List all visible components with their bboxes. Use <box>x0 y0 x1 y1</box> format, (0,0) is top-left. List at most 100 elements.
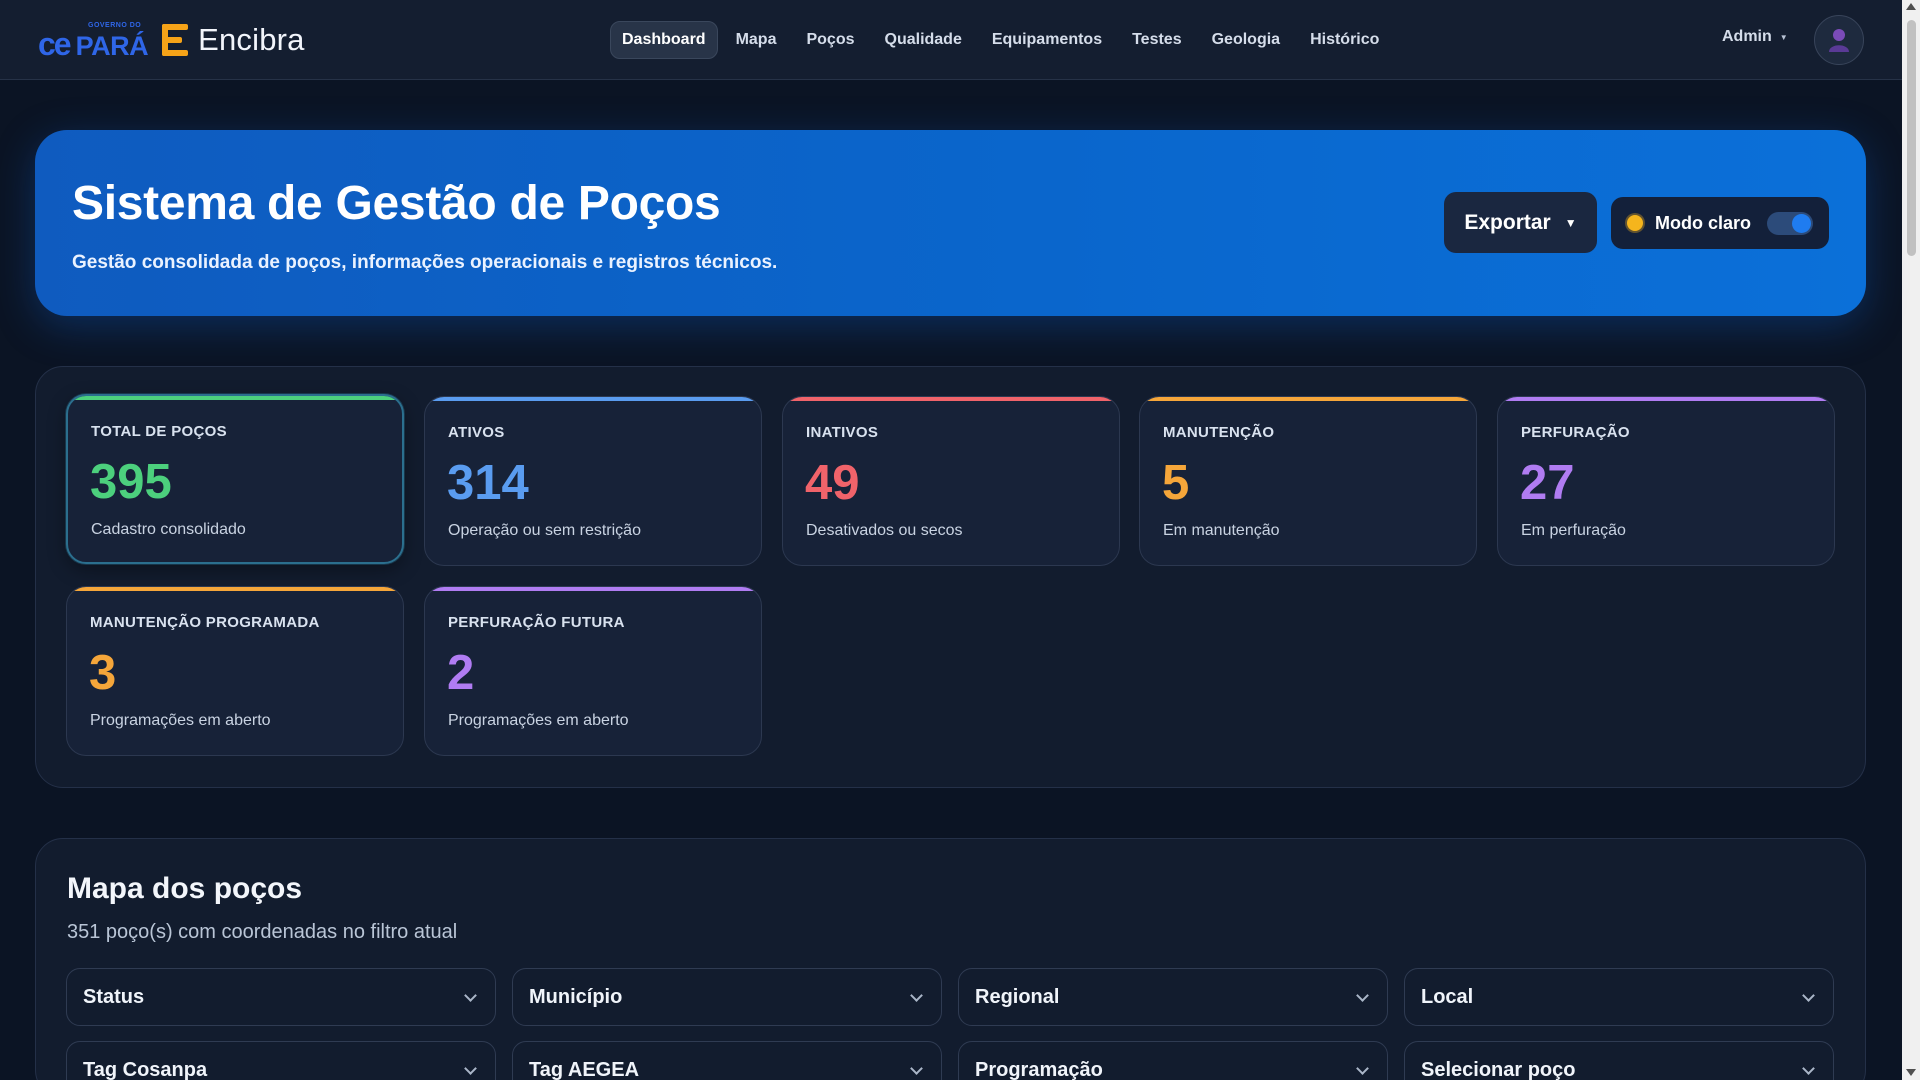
partner-logo-tagline: GOVERNO DO <box>88 22 142 29</box>
chevron-down-icon <box>1802 989 1815 1002</box>
top-navbar: GOVERNO DO ce PARÁ Encibra Dashboard Map… <box>0 0 1902 80</box>
stat-description: Cadastro consolidado <box>91 521 246 538</box>
filter-programacao[interactable]: Programação <box>958 1041 1388 1080</box>
nav-pocos[interactable]: Poços <box>794 21 866 59</box>
filter-municipio[interactable]: Município <box>512 968 942 1026</box>
toggle-switch[interactable] <box>1767 212 1813 235</box>
stat-card-perfuracao[interactable]: PERFURAÇÃO 27 Em perfuração <box>1497 396 1835 566</box>
filter-tag-cosanpa[interactable]: Tag Cosanpa <box>66 1041 496 1080</box>
chevron-down-icon <box>910 1062 923 1075</box>
stat-description: Em perfuração <box>1521 522 1626 539</box>
stat-card-manutencao[interactable]: MANUTENÇÃO 5 Em manutenção <box>1139 396 1477 566</box>
stat-card-inativos[interactable]: INATIVOS 49 Desativados ou secos <box>782 396 1120 566</box>
filter-status[interactable]: Status <box>66 968 496 1026</box>
nav-dashboard[interactable]: Dashboard <box>610 21 718 59</box>
chevron-down-icon <box>464 989 477 1002</box>
nav-historico[interactable]: Histórico <box>1298 21 1391 59</box>
nav-mapa[interactable]: Mapa <box>724 21 789 59</box>
partner-logo: GOVERNO DO ce PARÁ <box>38 20 162 60</box>
brand-name: Encibra <box>198 22 305 57</box>
stat-value: 3 <box>89 646 117 700</box>
stat-card-perfuracao-futura[interactable]: PERFURAÇÃO FUTURA 2 Programações em aber… <box>424 586 762 756</box>
stat-value: 5 <box>1162 456 1190 510</box>
stat-card-accent <box>1140 397 1476 401</box>
filter-regional[interactable]: Regional <box>958 968 1388 1026</box>
stat-card-accent <box>783 397 1119 401</box>
stat-card-total[interactable]: TOTAL DE POÇOS 395 Cadastro consolidado <box>66 394 404 564</box>
stat-card-accent <box>68 396 402 400</box>
stat-value: 395 <box>90 455 172 509</box>
user-name: Admin <box>1722 28 1772 45</box>
stat-description: Programações em aberto <box>90 712 271 729</box>
nav-testes[interactable]: Testes <box>1120 21 1194 59</box>
page-subtitle: Gestão consolidada de poços, informações… <box>72 252 778 273</box>
chevron-down-icon <box>464 1062 477 1075</box>
filter-tag-aegea[interactable]: Tag AEGEA <box>512 1041 942 1080</box>
brand[interactable]: GOVERNO DO ce PARÁ Encibra <box>38 18 305 62</box>
stat-label: MANUTENÇÃO PROGRAMADA <box>90 614 320 631</box>
hero-banner: Sistema de Gestão de Poços Gestão consol… <box>35 130 1866 316</box>
stat-card-ativos[interactable]: ATIVOS 314 Operação ou sem restrição <box>424 396 762 566</box>
user-menu[interactable]: Admin ▼ <box>1722 28 1788 46</box>
export-button[interactable]: Exportar ▼ <box>1444 192 1597 253</box>
filter-label: Município <box>529 985 623 1008</box>
light-mode-toggle[interactable]: Modo claro <box>1611 197 1829 249</box>
stat-card-accent <box>425 397 761 401</box>
partner-logo-mark: ce <box>38 26 72 62</box>
scroll-up-arrow-icon[interactable] <box>1906 3 1916 10</box>
scroll-down-arrow-icon[interactable] <box>1906 1069 1916 1076</box>
map-section-subtitle: 351 poço(s) com coordenadas no filtro at… <box>67 921 458 943</box>
sun-icon <box>1627 215 1643 231</box>
filter-local[interactable]: Local <box>1404 968 1834 1026</box>
stat-value: 27 <box>1520 456 1575 510</box>
chevron-down-icon <box>910 989 923 1002</box>
stat-value: 2 <box>447 646 475 700</box>
caret-down-icon: ▼ <box>1564 215 1577 230</box>
stat-card-accent <box>1498 397 1834 401</box>
stat-value: 49 <box>805 456 860 510</box>
filter-label: Status <box>83 985 145 1008</box>
stat-label: PERFURAÇÃO FUTURA <box>448 614 625 631</box>
page-scrollbar[interactable] <box>1902 0 1920 1080</box>
toggle-knob <box>1792 214 1811 233</box>
stat-label: ATIVOS <box>448 424 505 441</box>
stat-label: PERFURAÇÃO <box>1521 424 1630 441</box>
page-title: Sistema de Gestão de Poços <box>72 177 721 230</box>
stat-card-accent <box>425 587 761 591</box>
scrollbar-thumb[interactable] <box>1907 20 1916 256</box>
stat-description: Em manutenção <box>1163 522 1280 539</box>
light-mode-label: Modo claro <box>1655 212 1752 233</box>
filter-label: Programação <box>975 1058 1103 1080</box>
chevron-down-icon <box>1356 989 1369 1002</box>
user-icon <box>1829 29 1849 52</box>
partner-logo-word: PARÁ <box>75 31 149 61</box>
stat-label: TOTAL DE POÇOS <box>91 423 227 440</box>
encibra-logo-icon <box>162 24 189 56</box>
chevron-down-icon <box>1356 1062 1369 1075</box>
stat-card-accent <box>67 587 403 591</box>
stat-description: Desativados ou secos <box>806 522 963 539</box>
chevron-down-icon <box>1802 1062 1815 1075</box>
filter-label: Tag AEGEA <box>529 1058 640 1080</box>
nav-geologia[interactable]: Geologia <box>1200 21 1292 59</box>
stats-panel: TOTAL DE POÇOS 395 Cadastro consolidado … <box>35 366 1866 788</box>
stat-label: MANUTENÇÃO <box>1163 424 1275 441</box>
nav-equipamentos[interactable]: Equipamentos <box>980 21 1114 59</box>
stat-card-manutencao-programada[interactable]: MANUTENÇÃO PROGRAMADA 3 Programações em … <box>66 586 404 756</box>
caret-down-icon: ▼ <box>1779 32 1788 42</box>
stat-label: INATIVOS <box>806 424 879 441</box>
nav-qualidade[interactable]: Qualidade <box>873 21 974 59</box>
stat-description: Operação ou sem restrição <box>448 522 641 539</box>
main-nav: Dashboard Mapa Poços Qualidade Equipamen… <box>610 20 1397 60</box>
filter-label: Local <box>1421 985 1474 1008</box>
filter-label: Tag Cosanpa <box>83 1058 208 1080</box>
filter-label: Regional <box>975 985 1060 1008</box>
stat-value: 314 <box>447 456 529 510</box>
page: GOVERNO DO ce PARÁ Encibra Dashboard Map… <box>0 0 1920 1080</box>
filter-label: Selecionar poço <box>1421 1058 1576 1080</box>
stat-description: Programações em aberto <box>448 712 629 729</box>
export-button-label: Exportar <box>1464 210 1551 234</box>
map-panel: Mapa dos poços 351 poço(s) com coordenad… <box>35 838 1866 1080</box>
avatar[interactable] <box>1814 15 1864 65</box>
filter-selecionar-poco[interactable]: Selecionar poço <box>1404 1041 1834 1080</box>
